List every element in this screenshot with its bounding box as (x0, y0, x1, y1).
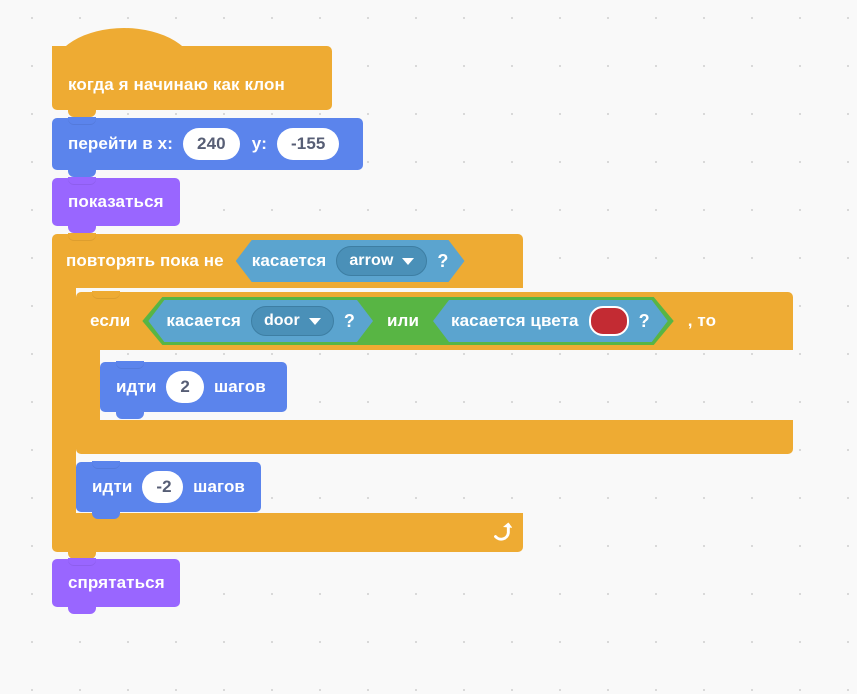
touching-arrow-qmark: ? (437, 250, 449, 271)
block-goto-xy[interactable]: перейти в x: 240 y: -155 (52, 117, 363, 177)
scratch-block-canvas[interactable]: когда я начинаю как клон перейти в x: 24… (0, 0, 857, 694)
block-touching-arrow[interactable]: касается arrow ? (236, 240, 465, 282)
block-move-steps-inner[interactable]: идти 2 шагов (100, 361, 287, 419)
chevron-down-icon (309, 318, 321, 325)
block-touching-color[interactable]: касается цвета ? (433, 300, 668, 342)
if-then-left-spine (76, 350, 100, 420)
goto-y-input[interactable]: -155 (277, 128, 340, 160)
goto-x-input[interactable]: 240 (183, 128, 240, 160)
move-inner-suffix: шагов (213, 377, 266, 396)
block-hide[interactable]: спрятаться (52, 558, 180, 614)
move-outer-prefix: идти (92, 477, 133, 496)
block-when-i-start-as-clone[interactable]: когда я начинаю как клон (52, 28, 332, 117)
then-label: , то (687, 311, 717, 330)
goto-y-label: y: (251, 134, 268, 153)
block-move-steps-outer[interactable]: идти -2 шагов (76, 461, 261, 519)
show-label: показаться (68, 192, 164, 211)
repeat-until-label: повторять пока не (66, 251, 224, 270)
hat-label: когда я начинаю как клон (68, 75, 285, 94)
touching-arrow-dropdown[interactable]: arrow (336, 246, 427, 276)
block-touching-door[interactable]: касается door ? (148, 300, 373, 342)
block-repeat-until-footer[interactable] (52, 513, 523, 559)
repeat-until-left-spine (52, 288, 76, 513)
hide-label: спрятаться (68, 573, 165, 592)
block-show[interactable]: показаться (52, 177, 180, 233)
block-repeat-until-header[interactable]: повторять пока не касается arrow ? (52, 233, 523, 288)
touching-color-qmark: ? (638, 310, 650, 331)
move-inner-input[interactable]: 2 (166, 371, 204, 403)
or-operator-label: или (387, 311, 420, 330)
touching-color-label: касается цвета (451, 311, 579, 330)
touching-door-label: касается (166, 311, 241, 330)
block-or-operator[interactable]: касается door ? или касается цвета ? (142, 297, 673, 345)
touching-arrow-label: касается (251, 251, 327, 270)
block-if-then-header[interactable]: если касается door ? или касается цвета … (76, 291, 793, 350)
move-outer-suffix: шагов (193, 477, 245, 496)
block-if-then-footer[interactable] (76, 420, 793, 454)
goto-x-label: перейти в x: (68, 134, 174, 153)
color-swatch[interactable] (589, 306, 629, 336)
touching-door-dropdown[interactable]: door (251, 306, 334, 336)
move-inner-prefix: идти (116, 377, 157, 396)
loop-arrow-icon (494, 522, 512, 541)
if-label: если (90, 311, 131, 330)
touching-arrow-dropdown-value: arrow (349, 252, 394, 269)
chevron-down-icon (402, 258, 414, 265)
touching-door-qmark: ? (343, 310, 355, 331)
touching-door-dropdown-value: door (263, 312, 300, 329)
move-outer-input[interactable]: -2 (142, 471, 184, 503)
